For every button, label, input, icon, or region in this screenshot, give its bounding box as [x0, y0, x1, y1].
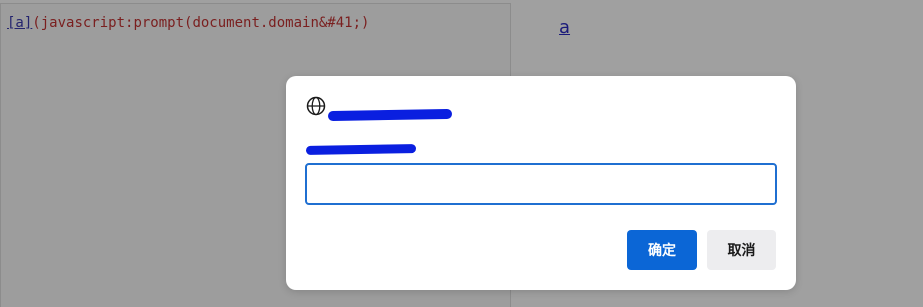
globe-icon [306, 96, 326, 116]
preview-link[interactable]: a [559, 17, 570, 38]
cancel-button[interactable]: 取消 [707, 230, 776, 270]
prompt-input[interactable] [305, 163, 777, 205]
editor-trailing-text: (javascript:prompt(document.domain&#41;) [32, 15, 370, 31]
dialog-header [306, 96, 453, 122]
redaction-mark [305, 144, 417, 155]
editor-link-text: [a] [7, 15, 33, 31]
prompt-dialog: 确定 取消 [286, 76, 796, 290]
editor-content: [a](javascript:prompt(document.domain&#4… [7, 13, 369, 33]
redaction-mark [327, 108, 453, 122]
ok-button[interactable]: 确定 [627, 230, 697, 270]
